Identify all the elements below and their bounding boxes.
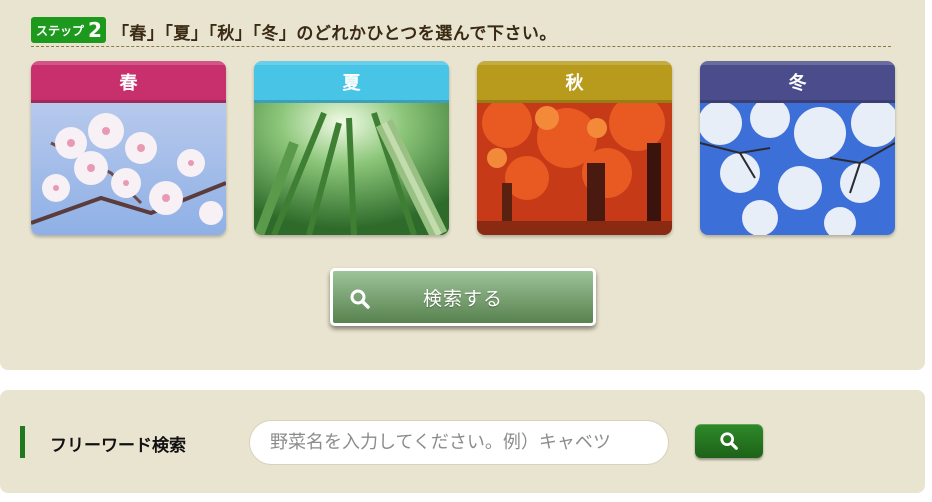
season-card-winter[interactable]: 冬 — [700, 61, 895, 235]
search-button-label: 検索する — [422, 287, 503, 310]
season-label-summer: 夏 — [254, 61, 449, 103]
step-badge-number: 2 — [88, 18, 102, 42]
season-label-winter: 冬 — [700, 61, 895, 103]
autumn-photo — [477, 103, 672, 235]
step-title: 「春」「夏」「秋」「冬」のどれかひとつを選んで下さい。 — [111, 24, 557, 44]
season-label-spring: 春 — [31, 61, 226, 103]
summer-photo — [254, 103, 449, 235]
free-word-search-button[interactable] — [695, 424, 763, 458]
season-label-autumn: 秋 — [477, 61, 672, 103]
free-word-accent-bar — [20, 426, 25, 458]
season-card-autumn[interactable]: 秋 — [477, 61, 672, 235]
free-word-label: フリーワード検索 — [50, 436, 186, 456]
spring-photo — [31, 103, 226, 235]
step-badge-word: ステップ — [36, 23, 85, 38]
season-card-spring[interactable]: 春 — [31, 61, 226, 235]
step-badge: ステップ 2 — [31, 17, 106, 43]
free-word-input[interactable] — [249, 420, 669, 465]
search-icon — [720, 432, 738, 450]
winter-photo — [700, 103, 895, 235]
search-button[interactable]: 検索する — [330, 268, 596, 326]
search-icon — [350, 289, 370, 309]
season-card-summer[interactable]: 夏 — [254, 61, 449, 235]
step-header: ステップ 2 「春」「夏」「秋」「冬」のどれかひとつを選んで下さい。 — [31, 14, 891, 47]
